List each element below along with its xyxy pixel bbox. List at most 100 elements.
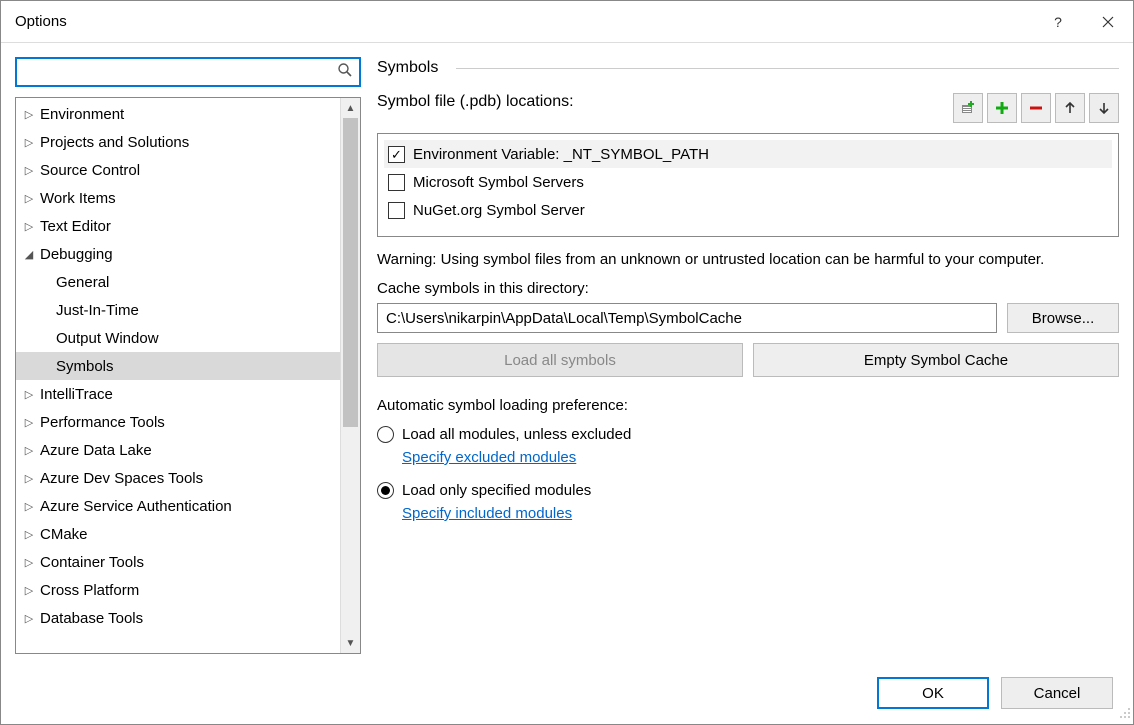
caret-right-icon: ▷	[22, 108, 36, 121]
radio-load-specified[interactable]: Load only specified modules	[377, 482, 1119, 499]
caret-right-icon: ▷	[22, 416, 36, 429]
move-down-button[interactable]	[1089, 93, 1119, 123]
tree-item[interactable]: General	[16, 268, 340, 296]
tree-item-label: Database Tools	[40, 610, 143, 627]
tree-item[interactable]: ◢ Debugging	[16, 240, 340, 268]
ok-button[interactable]: OK	[877, 677, 989, 709]
search-field[interactable]	[25, 63, 337, 82]
dialog-footer: OK Cancel	[1, 662, 1133, 724]
window-title: Options	[15, 13, 67, 30]
caret-right-icon: ▷	[22, 220, 36, 233]
tree-item-label: Cross Platform	[40, 582, 139, 599]
move-up-button[interactable]	[1055, 93, 1085, 123]
tree-item[interactable]: ▷ Azure Dev Spaces Tools	[16, 464, 340, 492]
cancel-button[interactable]: Cancel	[1001, 677, 1113, 709]
empty-cache-button[interactable]: Empty Symbol Cache	[753, 343, 1119, 377]
caret-down-icon: ◢	[22, 248, 36, 261]
tree-item[interactable]: ▷ Performance Tools	[16, 408, 340, 436]
tree-item-label: Just-In-Time	[56, 302, 139, 319]
pref-label: Automatic symbol loading preference:	[377, 397, 1119, 414]
locations-label: Symbol file (.pdb) locations:	[377, 93, 574, 111]
tree-item-label: Container Tools	[40, 554, 144, 571]
new-folder-button[interactable]	[953, 93, 983, 123]
tree-item[interactable]: ▷ Environment	[16, 100, 340, 128]
tree-item-label: Text Editor	[40, 218, 111, 235]
location-item[interactable]: Microsoft Symbol Servers	[388, 168, 1108, 196]
tree-item[interactable]: ▷ Azure Data Lake	[16, 436, 340, 464]
tree-item-label: Debugging	[40, 246, 113, 263]
load-all-symbols-button[interactable]: Load all symbols	[377, 343, 743, 377]
location-label: NuGet.org Symbol Server	[413, 202, 585, 219]
specify-included-link[interactable]: Specify included modules	[402, 505, 572, 522]
checkbox[interactable]	[388, 174, 405, 191]
header-rule	[456, 68, 1119, 69]
location-item[interactable]: NuGet.org Symbol Server	[388, 196, 1108, 224]
tree-item[interactable]: ▷ Cross Platform	[16, 576, 340, 604]
tree-item[interactable]: ▷ Work Items	[16, 184, 340, 212]
tree-item-label: Azure Dev Spaces Tools	[40, 470, 203, 487]
location-label: Environment Variable: _NT_SYMBOL_PATH	[413, 146, 709, 163]
warning-text: Warning: Using symbol files from an unkn…	[377, 249, 1119, 270]
tree-item[interactable]: Just-In-Time	[16, 296, 340, 324]
tree-item[interactable]: ▷ Source Control	[16, 156, 340, 184]
tree-scrollbar[interactable]: ▲ ▼	[340, 98, 360, 653]
tree-item[interactable]: ▷ CMake	[16, 520, 340, 548]
tree-item-label: Symbols	[56, 358, 114, 375]
tree-item[interactable]: ▷ IntelliTrace	[16, 380, 340, 408]
radio-load-all-label: Load all modules, unless excluded	[402, 426, 631, 443]
caret-right-icon: ▷	[22, 556, 36, 569]
locations-list[interactable]: Environment Variable: _NT_SYMBOL_PATH Mic…	[377, 133, 1119, 237]
tree-item-label: Performance Tools	[40, 414, 165, 431]
tree-item[interactable]: ▷ Container Tools	[16, 548, 340, 576]
caret-right-icon: ▷	[22, 528, 36, 541]
caret-right-icon: ▷	[22, 192, 36, 205]
scrollbar-thumb[interactable]	[343, 118, 358, 427]
tree-item-label: General	[56, 274, 109, 291]
caret-right-icon: ▷	[22, 472, 36, 485]
caret-right-icon: ▷	[22, 444, 36, 457]
caret-right-icon: ▷	[22, 500, 36, 513]
location-label: Microsoft Symbol Servers	[413, 174, 584, 191]
caret-right-icon: ▷	[22, 136, 36, 149]
tree-item-label: Azure Service Authentication	[40, 498, 232, 515]
resize-grip-icon[interactable]	[1117, 705, 1131, 722]
tree-item[interactable]: Output Window	[16, 324, 340, 352]
search-input[interactable]	[15, 57, 361, 87]
titlebar: Options ?	[1, 1, 1133, 43]
browse-button[interactable]: Browse...	[1007, 303, 1119, 333]
tree-item-label: CMake	[40, 526, 88, 543]
tree-item[interactable]: ▷ Text Editor	[16, 212, 340, 240]
checkbox[interactable]	[388, 202, 405, 219]
caret-right-icon: ▷	[22, 612, 36, 625]
tree-item[interactable]: ▷ Azure Service Authentication	[16, 492, 340, 520]
tree-item-label: Environment	[40, 106, 124, 123]
tree-item-label: IntelliTrace	[40, 386, 113, 403]
tree-item-label: Azure Data Lake	[40, 442, 152, 459]
caret-right-icon: ▷	[22, 164, 36, 177]
search-icon	[337, 62, 353, 82]
cache-dir-input[interactable]	[377, 303, 997, 333]
caret-right-icon: ▷	[22, 584, 36, 597]
tree-item[interactable]: Symbols	[16, 352, 340, 380]
scroll-up-icon[interactable]: ▲	[341, 98, 360, 118]
add-button[interactable]	[987, 93, 1017, 123]
close-button[interactable]	[1083, 1, 1133, 43]
radio-load-all[interactable]: Load all modules, unless excluded	[377, 426, 1119, 443]
cache-dir-label: Cache symbols in this directory:	[377, 280, 1119, 297]
location-item[interactable]: Environment Variable: _NT_SYMBOL_PATH	[384, 140, 1112, 168]
tree-item[interactable]: ▷ Database Tools	[16, 604, 340, 632]
help-button[interactable]: ?	[1033, 1, 1083, 43]
specify-excluded-link[interactable]: Specify excluded modules	[402, 449, 576, 466]
tree-item-label: Projects and Solutions	[40, 134, 189, 151]
tree-item-label: Output Window	[56, 330, 159, 347]
radio-load-specified-label: Load only specified modules	[402, 482, 591, 499]
tree-item-label: Work Items	[40, 190, 116, 207]
options-tree: ▷ Environment ▷ Projects and Solutions ▷ Sour…	[15, 97, 361, 654]
scroll-down-icon[interactable]: ▼	[341, 633, 360, 653]
caret-right-icon: ▷	[22, 388, 36, 401]
checkbox[interactable]	[388, 146, 405, 163]
remove-button[interactable]	[1021, 93, 1051, 123]
tree-item[interactable]: ▷ Projects and Solutions	[16, 128, 340, 156]
page-heading: Symbols	[377, 59, 438, 77]
tree-item-label: Source Control	[40, 162, 140, 179]
